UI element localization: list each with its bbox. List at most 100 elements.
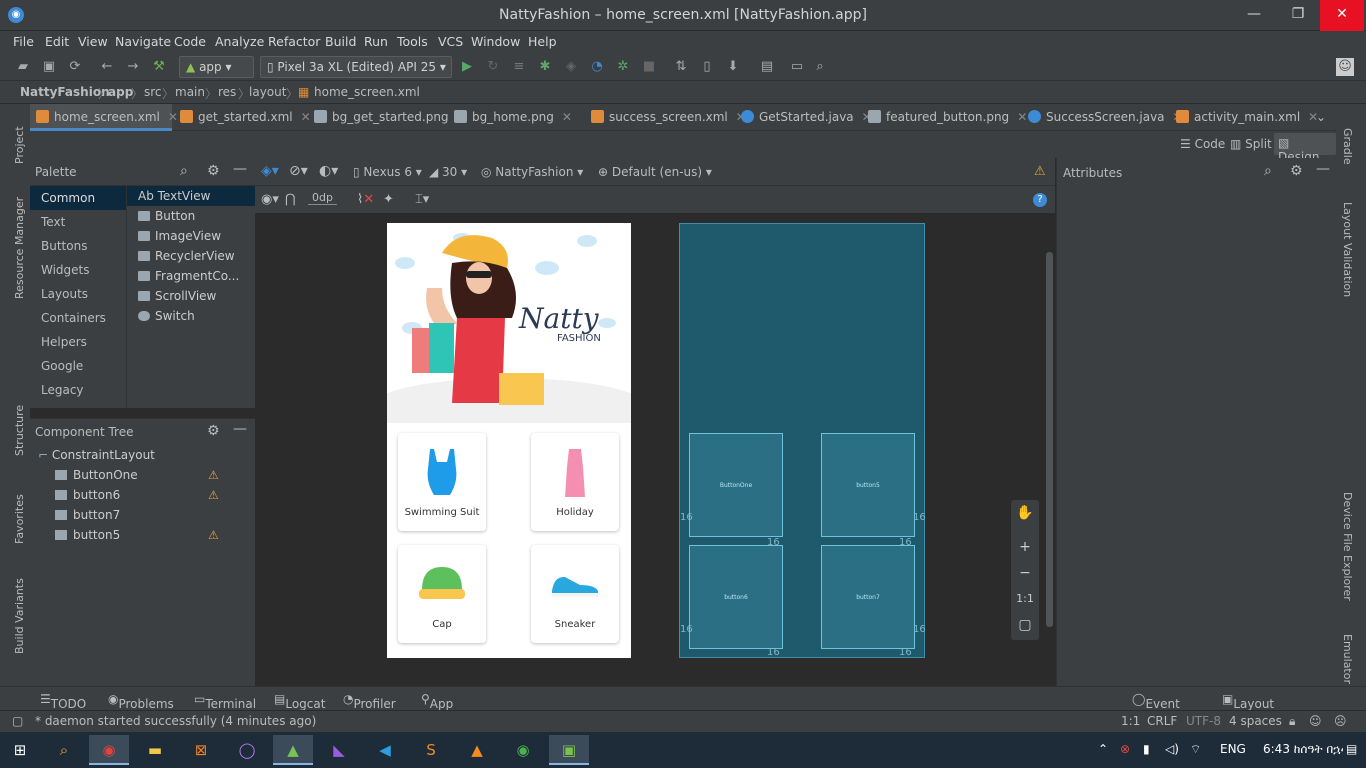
split-mode-button[interactable]: ▥ Split <box>1230 137 1272 151</box>
gradle-tool-tab[interactable]: Gradle <box>1341 128 1354 165</box>
swimming-suit-button[interactable]: Swimming Suit <box>398 433 486 531</box>
code-mode-button[interactable]: ☰ Code <box>1180 137 1225 151</box>
blueprint-button[interactable]: button6 <box>689 545 783 649</box>
palette-category[interactable]: Legacy <box>30 378 126 402</box>
tree-item[interactable]: button7 <box>55 505 255 525</box>
cap-button[interactable]: Cap <box>398 545 486 643</box>
app-inspection-tool-button[interactable]: ⚲ App Inspection <box>421 692 492 725</box>
notifications-icon[interactable]: ▤ <box>1346 742 1357 756</box>
guidelines-icon[interactable]: ⌶▾ <box>415 192 429 207</box>
feedback-frown-icon[interactable]: ☹ <box>1334 714 1347 728</box>
rerun-icon[interactable]: ↻ <box>484 58 502 76</box>
menu-refactor[interactable]: Refactor <box>268 34 320 49</box>
search-icon[interactable]: ⌕ <box>811 58 829 76</box>
minimize-button[interactable]: — <box>1232 0 1276 31</box>
infer-constraints-icon[interactable]: ✦ <box>383 192 394 207</box>
tab-bg-get-started[interactable]: bg_get_started.png✕ <box>308 104 467 131</box>
zoom-fit-icon[interactable]: ▢ <box>1011 612 1039 638</box>
locale-selector[interactable]: ⊕ Default (en-us) ▾ <box>598 165 712 179</box>
wifi-icon[interactable]: ⌔ <box>1190 742 1201 757</box>
device-selector[interactable]: ▯ Pixel 3a XL (Edited) API 25 ▾ <box>260 56 452 78</box>
palette-category[interactable]: Layouts <box>30 282 126 306</box>
tab-successscreen-java[interactable]: SuccessScreen.java✕ <box>1022 104 1183 131</box>
tree-item[interactable]: ButtonOne ⚠ <box>55 465 255 485</box>
close-button[interactable]: ✕ <box>1320 0 1364 31</box>
menu-run[interactable]: Run <box>364 34 388 49</box>
gear-icon[interactable]: ⚙ <box>207 163 220 179</box>
zoom-out-icon[interactable]: − <box>1011 560 1039 586</box>
warning-icon[interactable]: ⚠ <box>208 525 219 545</box>
stop-icon[interactable]: ■ <box>640 58 658 76</box>
close-tab-icon[interactable]: ✕ <box>562 110 572 124</box>
file-explorer-icon[interactable]: ▬ <box>135 735 175 765</box>
gear-icon[interactable]: ⚙ <box>207 423 220 439</box>
profiler-tool-button[interactable]: ◔ Profiler <box>343 692 396 711</box>
tab-getstarted-java[interactable]: GetStarted.java ✕ <box>735 104 872 131</box>
design-mode-button[interactable]: ▧ Design <box>1274 133 1336 164</box>
build-hammer-icon[interactable]: ⚒ <box>150 58 168 76</box>
sneaker-button[interactable]: Sneaker <box>531 545 619 643</box>
apply-changes-icon[interactable]: ≡ <box>510 58 528 76</box>
tab-activity-main[interactable]: activity_main.xml ✕ <box>1170 104 1318 131</box>
crumb-src[interactable]: src <box>144 85 162 99</box>
gear-icon[interactable]: ⚙ <box>1290 163 1303 179</box>
crumb-res[interactable]: res <box>218 85 236 99</box>
crumb-layout[interactable]: layout <box>249 85 286 99</box>
layers-icon[interactable]: ◈▾ <box>261 163 279 179</box>
crumb-project[interactable]: NattyFashion <box>20 85 110 99</box>
palette-item-button[interactable]: Button <box>127 206 255 226</box>
visual-studio-icon[interactable]: ◣ <box>319 735 359 765</box>
gradle-sync-icon[interactable]: ⇅ <box>672 58 690 76</box>
canvas-scrollbar[interactable] <box>1046 252 1053 627</box>
account-icon[interactable]: ☺ <box>1336 58 1354 76</box>
night-mode-icon[interactable]: ◐▾ <box>319 163 338 179</box>
project-structure-icon[interactable]: ▤ <box>758 58 776 76</box>
minimize-panel-icon[interactable]: — <box>233 161 247 177</box>
blueprint-button[interactable]: button7 <box>821 545 915 649</box>
android-studio-taskbar-icon[interactable]: ▲ <box>273 735 313 765</box>
tray-chevron-icon[interactable]: ⌃ <box>1098 742 1108 756</box>
menu-vcs[interactable]: VCS <box>438 34 463 49</box>
tab-featured-button[interactable]: featured_button.png ✕ <box>862 104 1027 131</box>
menu-analyze[interactable]: Analyze <box>215 34 264 49</box>
api-selector[interactable]: ◢ 30 ▾ <box>429 165 467 179</box>
palette-category[interactable]: Buttons <box>30 234 126 258</box>
status-message[interactable]: * daemon started successfully (4 minutes… <box>35 714 316 728</box>
layout-icon[interactable]: ▭ <box>788 58 806 76</box>
tool-windows-toggle-icon[interactable]: ▢ <box>12 714 23 728</box>
crumb-file[interactable]: home_screen.xml <box>314 85 420 99</box>
pan-hand-icon[interactable]: ✋ <box>1011 500 1039 526</box>
attach-debugger-icon[interactable]: ◈ <box>562 58 580 76</box>
menu-navigate[interactable]: Navigate <box>115 34 171 49</box>
run-icon[interactable]: ▶ <box>458 58 476 76</box>
todo-tool-button[interactable]: ☰ TODO <box>40 692 86 711</box>
palette-item-switch[interactable]: Switch <box>127 306 255 326</box>
sync-icon[interactable]: ⟳ <box>66 58 84 76</box>
device-file-explorer-tool-tab[interactable]: Device File Explorer <box>1341 492 1354 601</box>
palette-category[interactable]: Google <box>30 354 126 378</box>
tab-home-screen[interactable]: home_screen.xml ✕ <box>30 104 178 131</box>
clear-constraints-icon[interactable]: ⌇✕ <box>357 192 374 207</box>
layout-validation-tool-tab[interactable]: Layout Validation <box>1341 202 1354 297</box>
chrome-taskbar-icon[interactable]: ◉ <box>89 735 129 765</box>
maximize-button[interactable]: ❐ <box>1276 0 1320 31</box>
xampp-icon[interactable]: ⊠ <box>181 735 221 765</box>
vlc-icon[interactable]: ▲ <box>457 735 497 765</box>
warning-icon[interactable]: ⚠ <box>208 465 219 485</box>
problems-tool-button[interactable]: ◉ Problems <box>108 692 174 711</box>
blueprint-button[interactable]: button5 <box>821 433 915 537</box>
magnet-icon[interactable]: ⋂ <box>285 192 296 207</box>
debug-icon[interactable]: ✱ <box>536 58 554 76</box>
zoom-in-icon[interactable]: + <box>1011 534 1039 560</box>
palette-category[interactable]: Containers <box>30 306 126 330</box>
build-variants-tool-tab[interactable]: Build Variants <box>13 578 26 654</box>
resource-manager-tool-tab[interactable]: Resource Manager <box>13 197 26 299</box>
menu-build[interactable]: Build <box>325 34 356 49</box>
crumb-app[interactable]: app <box>108 85 133 99</box>
structure-tool-tab[interactable]: Structure <box>13 405 26 456</box>
tree-item[interactable]: button6 ⚠ <box>55 485 255 505</box>
tree-root[interactable]: ⌐ ConstraintLayout <box>38 445 155 465</box>
palette-item-scrollview[interactable]: ScrollView <box>127 286 255 306</box>
palette-item-imageview[interactable]: ImageView <box>127 226 255 246</box>
eye-icon[interactable]: ◉▾ <box>261 192 279 207</box>
